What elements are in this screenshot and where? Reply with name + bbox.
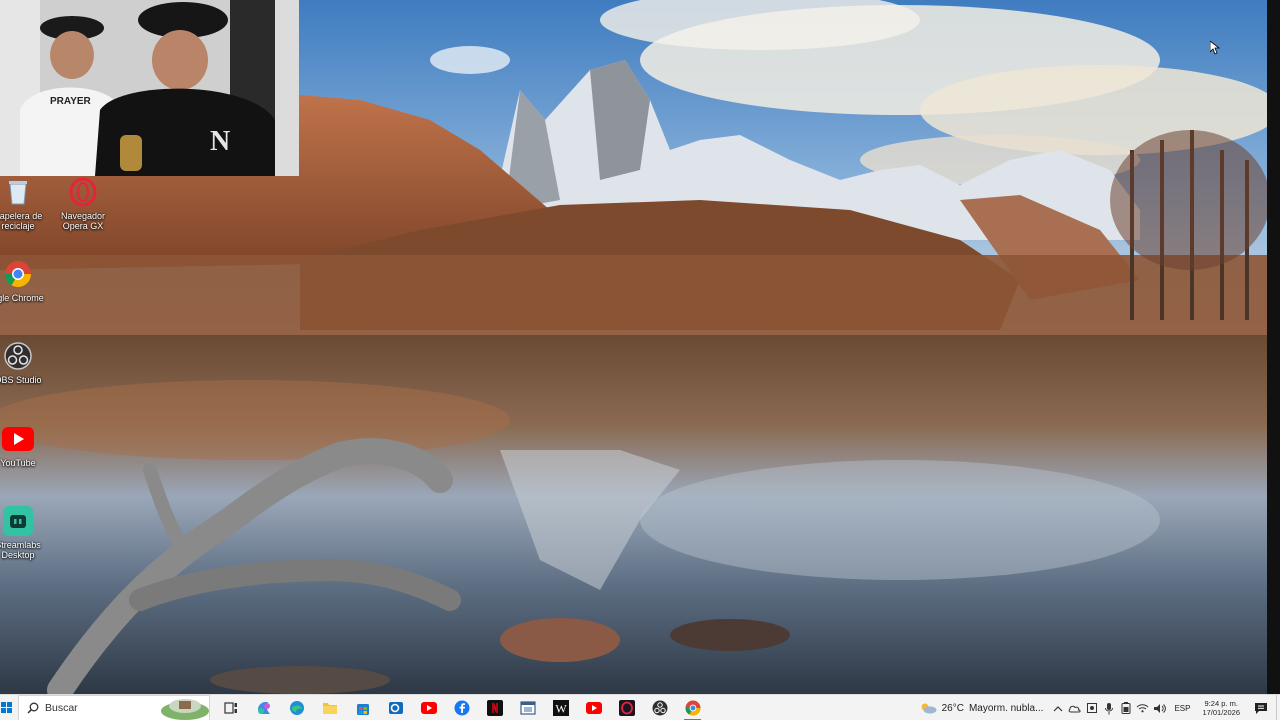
streamlabs-icon <box>2 505 34 537</box>
taskbar-task-view[interactable] <box>214 695 247 720</box>
outlook-icon <box>388 701 403 714</box>
facebook-icon <box>454 700 469 715</box>
search-placeholder: Buscar <box>45 701 78 714</box>
obs-icon <box>652 700 667 715</box>
cloudy-weather-icon <box>921 703 937 714</box>
desktop-icon-youtube[interactable]: YouTube <box>0 423 55 468</box>
tray-microphone[interactable] <box>1100 695 1117 720</box>
battery-icon <box>1121 702 1131 714</box>
desktop-icon-streamlabs[interactable]: Streamlabs Desktop <box>0 505 55 560</box>
opera-gx-icon <box>618 699 635 716</box>
taskbar-file-explorer[interactable] <box>313 695 346 720</box>
language-indicator[interactable]: ESP <box>1168 704 1196 713</box>
start-button[interactable] <box>0 695 16 720</box>
windows-logo-icon <box>1 702 12 713</box>
window-app-icon <box>519 700 536 715</box>
notification-icon <box>1255 702 1267 714</box>
desktop-background[interactable]: N PRAYER Papelera de reciclaje Navegador… <box>0 0 1267 694</box>
desktop-icon-chrome[interactable]: ogle Chrome <box>0 258 55 303</box>
clock-date: 17/01/2026 <box>1202 708 1240 717</box>
tray-network-tool[interactable] <box>1083 695 1100 720</box>
taskbar-facebook[interactable] <box>445 695 478 720</box>
tray-onedrive[interactable] <box>1066 695 1083 720</box>
tray-overflow-button[interactable] <box>1049 695 1066 720</box>
search-highlight-image <box>161 698 209 720</box>
taskbar: Buscar W 26°C Mayorm. nubla... ESP 9:24 … <box>0 694 1280 720</box>
system-tray: 26°C Mayorm. nubla... ESP 9:24 p. m. 17/… <box>913 695 1280 720</box>
weather-description: Mayorm. nubla... <box>968 702 1044 714</box>
taskbar-app-window[interactable] <box>511 695 544 720</box>
search-icon <box>27 702 39 714</box>
youtube-icon <box>2 423 34 455</box>
youtube-icon <box>420 701 437 714</box>
tray-battery[interactable] <box>1117 695 1134 720</box>
taskbar-obs[interactable] <box>643 695 676 720</box>
clock[interactable]: 9:24 p. m. 17/01/2026 <box>1196 695 1246 720</box>
network-device-icon <box>1086 703 1097 713</box>
recycle-bin-icon <box>2 176 34 208</box>
obs-icon <box>2 340 34 372</box>
webcam-shirt-text: PRAYER <box>50 96 91 107</box>
copilot-icon <box>257 701 270 714</box>
tray-volume[interactable] <box>1151 695 1168 720</box>
opera-gx-icon <box>67 176 99 208</box>
desktop-icon-label: YouTube <box>0 458 36 468</box>
taskbar-copilot[interactable] <box>247 695 280 720</box>
desktop-icon-label: OBS Studio <box>0 375 42 385</box>
microphone-icon <box>1104 702 1113 714</box>
desktop-icon-label: ogle Chrome <box>0 293 44 303</box>
taskbar-store[interactable] <box>346 695 379 720</box>
show-desktop-button[interactable] <box>1276 695 1280 720</box>
search-box[interactable]: Buscar <box>18 694 210 720</box>
svg-text:W: W <box>555 701 567 715</box>
cloud-icon <box>1069 705 1081 712</box>
desktop-icon-label: Papelera de reciclaje <box>0 211 43 231</box>
chevron-up-icon <box>1053 705 1063 711</box>
desktop-icon-label: Streamlabs Desktop <box>0 540 41 560</box>
taskbar-opera-gx[interactable] <box>610 695 643 720</box>
youtube-icon <box>585 701 602 714</box>
store-icon <box>356 703 369 715</box>
taskbar-netflix[interactable] <box>478 695 511 720</box>
taskbar-edge[interactable] <box>280 695 313 720</box>
taskbar-outlook[interactable] <box>379 695 412 720</box>
svg-text:N: N <box>210 126 230 157</box>
taskbar-youtube[interactable] <box>412 695 445 720</box>
desktop-icon-opera-gx[interactable]: Navegador Opera GX <box>46 176 120 231</box>
speaker-icon <box>1154 703 1167 713</box>
task-view-icon <box>223 701 237 714</box>
webcam-feed: N <box>0 0 299 176</box>
chrome-icon <box>2 258 34 290</box>
wifi-icon <box>1137 704 1149 713</box>
folder-icon <box>322 702 337 714</box>
screen-edge <box>1267 0 1280 694</box>
tray-wifi[interactable] <box>1134 695 1151 720</box>
desktop-icon-obs[interactable]: OBS Studio <box>0 340 55 385</box>
taskbar-wikipedia[interactable]: W <box>544 695 577 720</box>
weather-widget[interactable]: 26°C Mayorm. nubla... <box>913 695 1050 720</box>
taskbar-youtube-2[interactable] <box>577 695 610 720</box>
desktop-icon-label: Navegador Opera GX <box>60 211 106 231</box>
mouse-cursor-icon <box>1210 41 1220 55</box>
notification-center-button[interactable] <box>1246 695 1276 720</box>
chrome-icon <box>685 700 700 716</box>
wikipedia-icon: W <box>552 699 569 716</box>
taskbar-chrome[interactable] <box>676 695 709 720</box>
weather-temperature: 26°C <box>941 702 964 714</box>
clock-time: 9:24 p. m. <box>1204 699 1238 708</box>
webcam-overlay: N PRAYER <box>0 0 299 176</box>
netflix-icon <box>486 699 503 716</box>
edge-icon <box>289 700 304 715</box>
